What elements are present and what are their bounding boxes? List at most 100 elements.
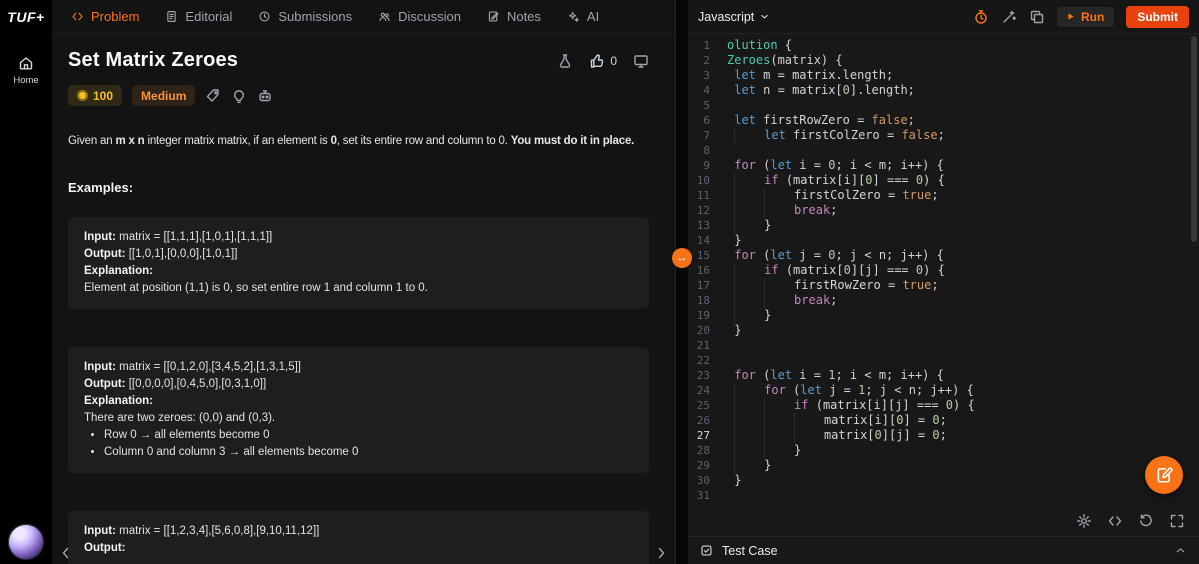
code-line: 15 for (let j = 0; j < n; j++) {	[688, 248, 1199, 263]
example-card: Input: matrix = [[0,1,2,0],[3,4,5,2],[1,…	[68, 347, 649, 474]
statement-segment: Given an	[68, 135, 116, 147]
line-number: 10	[696, 174, 710, 187]
copy-button[interactable]	[1029, 9, 1045, 25]
code-text: let m = matrix.length;	[734, 68, 894, 82]
chevron-down-icon	[761, 14, 769, 19]
code-text: firstColZero = true;	[727, 188, 939, 203]
fullscreen-button[interactable]	[1169, 513, 1185, 529]
code-line: 5	[688, 98, 1199, 113]
tab-submissions[interactable]: Submissions	[245, 0, 365, 33]
hint-button[interactable]	[231, 88, 247, 104]
run-button[interactable]: Run	[1057, 6, 1115, 27]
home-icon	[19, 57, 33, 70]
code-line: 29 }	[688, 458, 1199, 473]
code-line: 20 }	[688, 323, 1199, 338]
code-line: 18 break;	[688, 293, 1199, 308]
code-text: }	[727, 218, 771, 233]
example-card: Input: matrix = [[1,2,3,4],[5,6,0,8],[9,…	[68, 511, 649, 564]
code-text: }	[734, 233, 742, 247]
tab-problem[interactable]: Problem	[58, 0, 152, 33]
code-text: matrix[i][0] = 0;	[727, 413, 947, 428]
code-line: 23 for (let i = 1; i < m; i++) {	[688, 368, 1199, 383]
code-editor[interactable]: 1 olution {2 Zeroes(matrix) {3 let m = mat…	[688, 34, 1199, 506]
reset-code-button[interactable]	[1138, 513, 1154, 529]
code-line: 13 }	[688, 218, 1199, 233]
left-rail: TUF+ Home	[0, 0, 52, 564]
code-line: 3 let m = matrix.length;	[688, 68, 1199, 83]
example-explanation: Element at position (1,1) is 0, so set e…	[84, 282, 428, 295]
magic-wand-icon	[1003, 10, 1017, 23]
language-select[interactable]: Javascript	[698, 10, 770, 24]
code-line: 4 let n = matrix[0].length;	[688, 83, 1199, 98]
difficulty-badge: Medium	[132, 85, 196, 106]
statement-segment: , set its entire row and column to 0.	[336, 135, 511, 147]
code-text: if (matrix[i][j] === 0) {	[727, 398, 975, 413]
flask-button[interactable]	[557, 53, 573, 69]
desktop-button[interactable]	[633, 53, 649, 69]
line-number: 31	[696, 489, 710, 502]
editor-header: Javascript Run Submit	[688, 0, 1199, 34]
example-card: Input: matrix = [[1,1,1],[1,0,1],[1,1,1]…	[68, 217, 649, 310]
tab-editorial[interactable]: Editorial	[152, 0, 245, 33]
code-text: }	[727, 443, 801, 458]
editor-toolbar	[688, 506, 1199, 536]
code-line: 8	[688, 143, 1199, 158]
code-text: for (let i = 0; i < m; i++) {	[734, 158, 944, 172]
code-line: 21	[688, 338, 1199, 353]
code-line: 7 let firstColZero = false;	[688, 128, 1199, 143]
tab-notes[interactable]: Notes	[474, 0, 554, 33]
problem-panel: Problem Editorial Submissions Discussion…	[52, 0, 676, 564]
submit-button[interactable]: Submit	[1126, 5, 1189, 28]
panel-divider: ↔	[672, 0, 692, 564]
run-label: Run	[1081, 9, 1105, 24]
resize-handle[interactable]: ↔	[672, 248, 692, 268]
settings-button[interactable]	[1076, 513, 1092, 529]
code-brackets-icon	[1108, 516, 1122, 526]
code-line: 10 if (matrix[i][0] === 0) {	[688, 173, 1199, 188]
code-view-button[interactable]	[1107, 513, 1123, 529]
code-line: 25 if (matrix[i][j] === 0) {	[688, 398, 1199, 413]
line-number: 18	[696, 294, 710, 307]
sidebar-item-home[interactable]: Home	[13, 55, 39, 86]
line-number: 5	[703, 99, 710, 112]
avatar[interactable]	[8, 524, 44, 560]
flask-icon	[560, 54, 571, 68]
code-line: 1 olution {	[688, 38, 1199, 53]
tab-label: Editorial	[185, 9, 233, 24]
timer-button[interactable]	[973, 9, 989, 25]
tuf-logo[interactable]: TUF+	[7, 9, 44, 25]
statement-segment: integer matrix matrix, if an element is	[144, 135, 331, 147]
code-text: let firstColZero = false;	[727, 128, 945, 143]
tabbar: Problem Editorial Submissions Discussion…	[52, 0, 675, 34]
tab-discussion[interactable]: Discussion	[365, 0, 474, 33]
like-button[interactable]: 0	[589, 53, 617, 69]
line-number: 12	[696, 204, 710, 217]
notes-fab-button[interactable]	[1145, 456, 1183, 494]
testcase-label: Test Case	[722, 543, 778, 558]
app: TUF+ Home Problem Editorial Submissions	[0, 0, 1199, 564]
code-text: Zeroes(matrix) {	[727, 53, 843, 67]
code-line: 27 matrix[0][j] = 0;	[688, 428, 1199, 443]
tab-label: AI	[586, 9, 600, 24]
code-text: for (let j = 0; j < n; j++) {	[734, 248, 944, 262]
next-problem-button[interactable]	[653, 545, 669, 561]
line-number: 2	[703, 54, 710, 67]
line-number: 9	[703, 159, 710, 172]
topics-button[interactable]	[205, 88, 221, 104]
tab-ai[interactable]: AI	[554, 0, 612, 33]
testcase-bar[interactable]: Test Case	[688, 536, 1199, 564]
example-line-label: Output:	[84, 248, 126, 261]
tab-label: Problem	[91, 9, 140, 24]
format-button[interactable]	[1001, 9, 1017, 25]
line-number: 11	[696, 189, 710, 202]
line-number: 21	[696, 339, 710, 352]
chevron-up-icon	[1176, 548, 1185, 553]
editor-scrollbar[interactable]	[1191, 36, 1197, 242]
collapse-testcase-button[interactable]	[1174, 544, 1187, 557]
line-number: 23	[696, 369, 710, 382]
likes-count: 0	[610, 54, 617, 68]
prev-problem-button[interactable]	[58, 545, 74, 561]
code-line: 12 break;	[688, 203, 1199, 218]
ai-helper-button[interactable]	[257, 88, 273, 104]
clock-icon	[259, 11, 270, 22]
